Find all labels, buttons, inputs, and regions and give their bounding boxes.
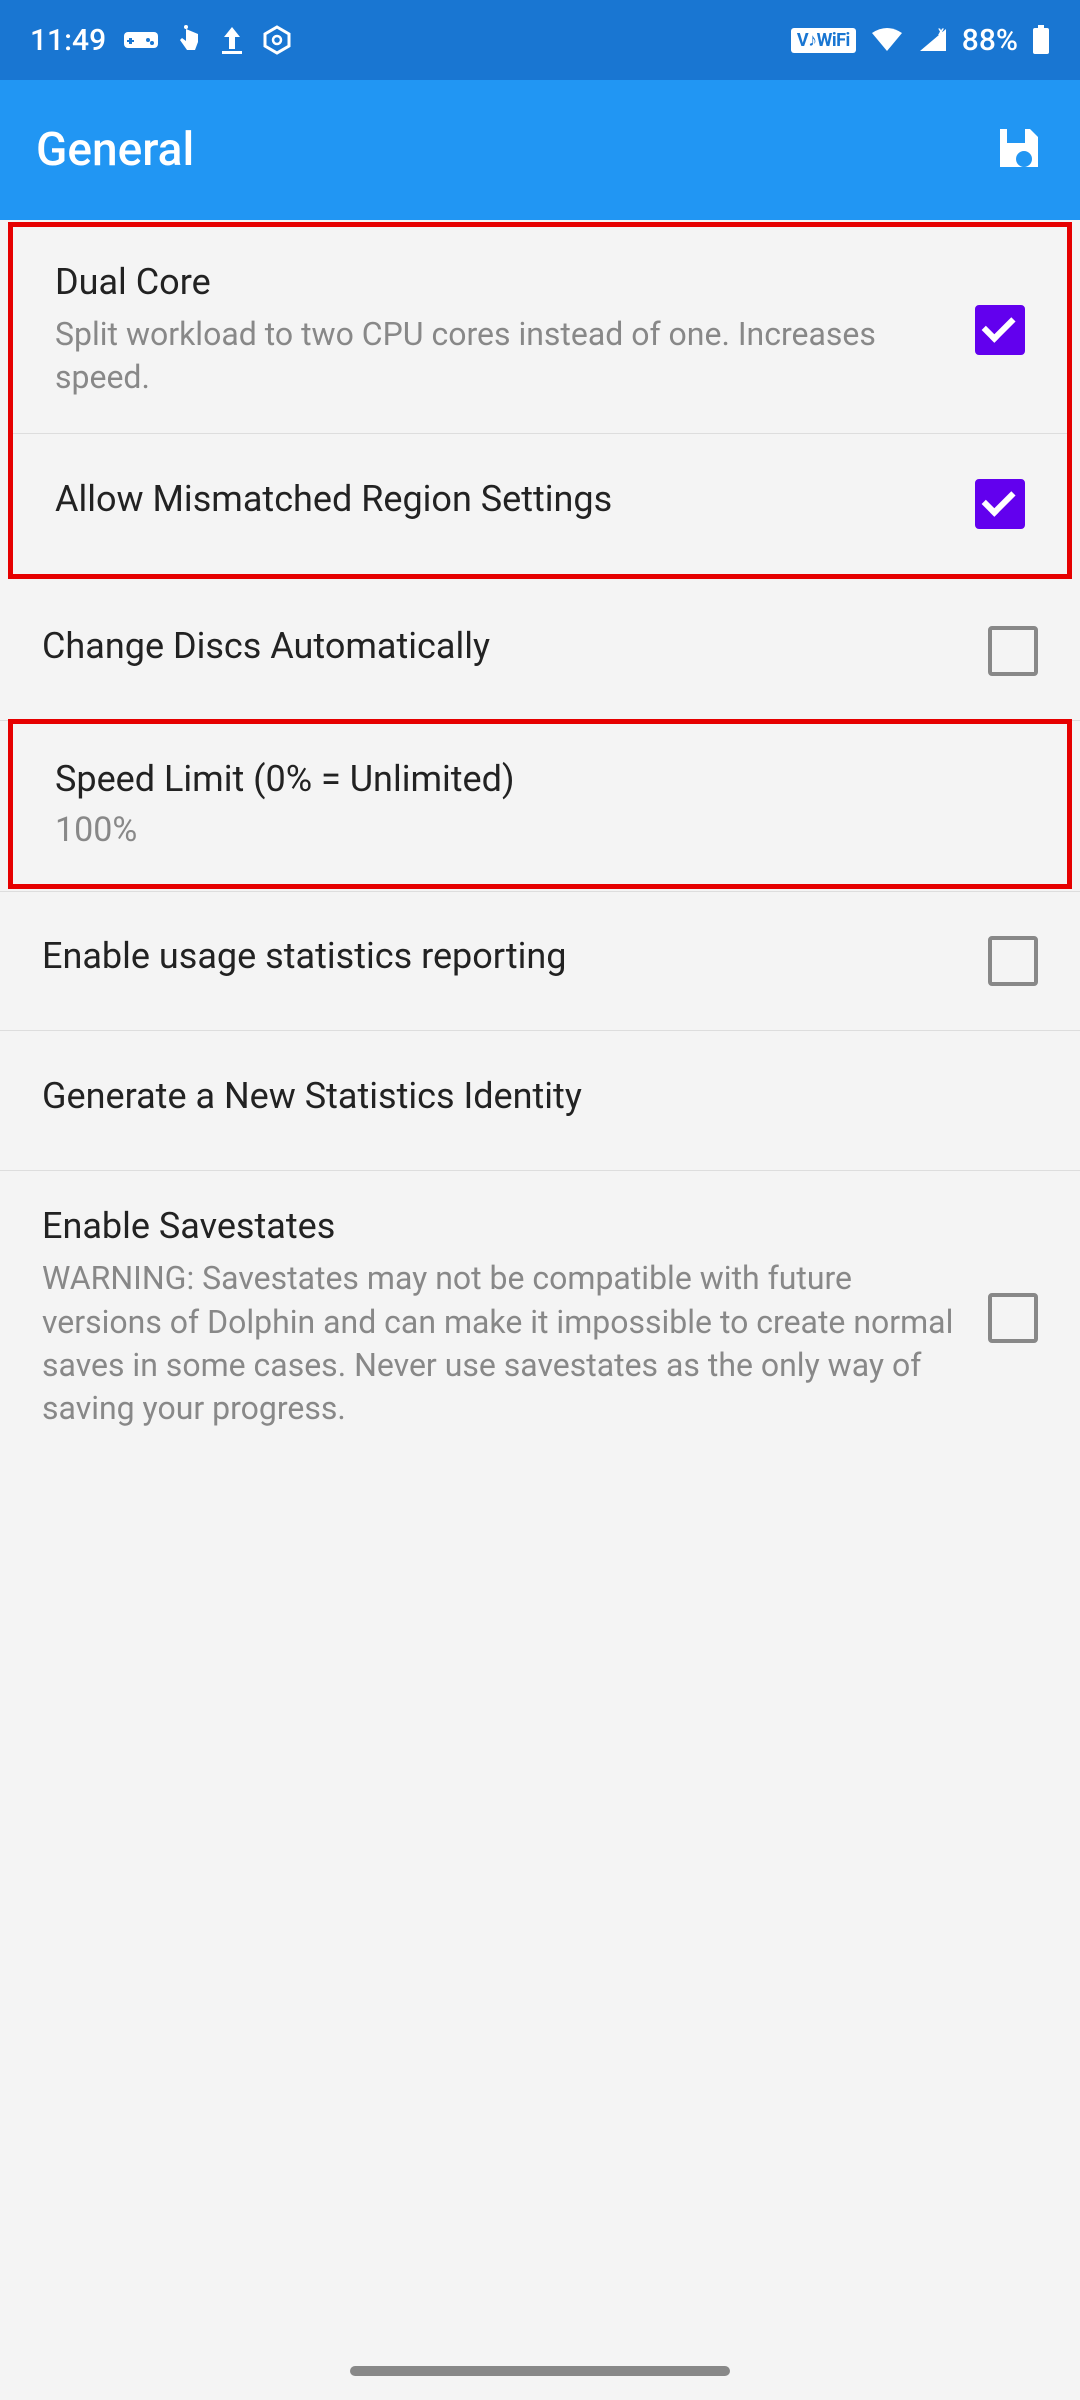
highlight-group-2: Speed Limit (0% = Unlimited) 100% xyxy=(8,719,1072,889)
checkbox-dual-core[interactable] xyxy=(975,305,1025,355)
setting-speed-limit[interactable]: Speed Limit (0% = Unlimited) 100% xyxy=(13,724,1067,884)
highlight-group-1: Dual Core Split workload to two CPU core… xyxy=(8,222,1072,579)
setting-title: Allow Mismatched Region Settings xyxy=(55,478,945,520)
svg-text:x: x xyxy=(938,27,945,38)
setting-mismatched-region[interactable]: Allow Mismatched Region Settings xyxy=(13,434,1067,574)
checkbox-savestates[interactable] xyxy=(988,1293,1038,1343)
setting-change-discs[interactable]: Change Discs Automatically xyxy=(0,581,1080,721)
setting-new-stats-id[interactable]: Generate a New Statistics Identity xyxy=(0,1031,1080,1171)
status-battery-pct: 88% xyxy=(962,23,1018,58)
setting-value: 100% xyxy=(55,810,995,850)
nav-handle[interactable] xyxy=(350,2366,730,2376)
hexagon-icon xyxy=(262,25,292,55)
setting-title: Change Discs Automatically xyxy=(42,625,958,667)
status-bar: 11:49 V♪WiFi x 88% xyxy=(0,0,1080,80)
setting-savestates[interactable]: Enable Savestates WARNING: Savestates ma… xyxy=(0,1171,1080,1464)
status-time: 11:49 xyxy=(30,23,106,58)
vowifi-badge: V♪WiFi xyxy=(791,28,856,53)
setting-title: Enable usage statistics reporting xyxy=(42,935,958,977)
gamepad-icon xyxy=(124,28,158,52)
app-bar: General xyxy=(0,80,1080,220)
setting-title: Enable Savestates xyxy=(42,1205,958,1247)
checkbox-mismatched-region[interactable] xyxy=(975,479,1025,529)
setting-dual-core[interactable]: Dual Core Split workload to two CPU core… xyxy=(13,227,1067,434)
setting-title: Speed Limit (0% = Unlimited) xyxy=(55,758,995,800)
settings-list: Dual Core Split workload to two CPU core… xyxy=(0,222,1080,1464)
battery-icon xyxy=(1032,25,1050,55)
setting-title: Dual Core xyxy=(55,261,945,303)
setting-title: Generate a New Statistics Identity xyxy=(42,1075,1008,1117)
page-title: General xyxy=(36,123,194,177)
signal-icon: x xyxy=(918,27,948,53)
setting-usage-stats[interactable]: Enable usage statistics reporting xyxy=(0,891,1080,1031)
wifi-icon xyxy=(870,27,904,53)
touch-icon xyxy=(176,25,202,55)
save-button[interactable] xyxy=(994,123,1044,177)
checkbox-usage-stats[interactable] xyxy=(988,936,1038,986)
setting-desc: Split workload to two CPU cores instead … xyxy=(55,313,945,399)
checkbox-change-discs[interactable] xyxy=(988,626,1038,676)
setting-desc: WARNING: Savestates may not be compatibl… xyxy=(42,1257,958,1430)
upload-icon xyxy=(220,25,244,55)
